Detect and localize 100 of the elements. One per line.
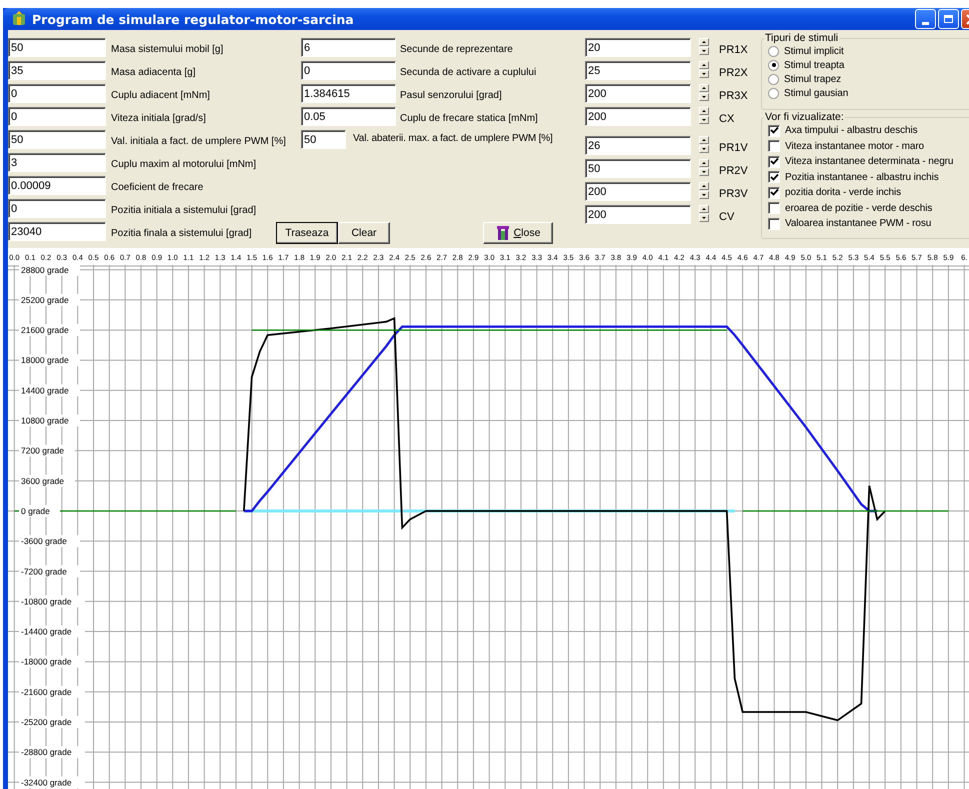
spin-down-button[interactable] <box>699 191 709 199</box>
checkbox[interactable] <box>768 171 780 184</box>
field-label: PR3V <box>719 187 748 200</box>
checkbox-label: eroarea de pozitie - verde deschis <box>785 202 932 214</box>
y-tick-label: 10800 grade <box>21 416 69 426</box>
y-tick-label: -25200 grade <box>21 717 72 727</box>
input-field[interactable]: 6 <box>301 38 396 57</box>
spin-down-button[interactable] <box>699 145 709 153</box>
radio-label: Stimul gausian <box>784 88 848 98</box>
y-tick-label: -21600 grade <box>21 686 72 697</box>
input-field[interactable]: 23040 <box>8 222 106 241</box>
checkbox[interactable] <box>768 186 780 199</box>
field-label: PR1X <box>719 43 748 56</box>
y-tick-label: -14400 grade <box>21 626 72 637</box>
spin-up-button[interactable] <box>699 107 709 115</box>
input-field[interactable]: 50 <box>8 130 106 149</box>
push-button[interactable]: Clear <box>338 222 390 244</box>
spin-down-button[interactable] <box>699 47 709 55</box>
radio-button[interactable] <box>768 74 779 84</box>
y-tick-label: 3600 grade <box>21 476 64 486</box>
input-field[interactable]: 200 <box>585 182 691 201</box>
spin-down-button[interactable] <box>699 93 709 101</box>
field-label: PR2X <box>719 66 748 79</box>
input-field[interactable]: 0 <box>8 199 106 218</box>
checkbox-label: Viteza instantanee determinata - negru <box>785 156 954 168</box>
spin-down-button[interactable] <box>699 70 709 78</box>
app-icon <box>11 11 27 27</box>
input-field[interactable]: 0 <box>301 61 396 80</box>
minimize-button[interactable] <box>915 9 936 29</box>
y-tick-label: 7200 grade <box>21 446 64 456</box>
input-field[interactable]: 25 <box>585 61 691 80</box>
checkbox[interactable] <box>768 124 780 137</box>
input-field[interactable]: 20 <box>585 38 691 57</box>
field-label: Masa sistemului mobil [g] <box>111 43 224 55</box>
spin-up-button[interactable] <box>699 182 709 190</box>
input-field[interactable]: 200 <box>585 205 691 224</box>
window-title: Program de simulare regulator-motor-sarcina <box>32 12 354 26</box>
field-label: Cuplu adiacent [mNm] <box>111 89 211 101</box>
checkbox[interactable] <box>768 218 780 230</box>
spin-up-button[interactable] <box>699 38 709 46</box>
radio-button[interactable] <box>768 60 779 70</box>
field-label: Secunda de activare a cuplului <box>400 66 536 78</box>
y-tick-label: -7200 grade <box>21 566 67 576</box>
input-field[interactable]: 50 <box>585 159 691 178</box>
checkbox[interactable] <box>768 140 780 152</box>
field-label: PR3X <box>719 89 748 102</box>
checkbox-label: Pozitia instantanee - albastru inchis <box>785 172 939 183</box>
input-field[interactable]: 26 <box>585 136 691 155</box>
door-icon <box>496 225 510 241</box>
field-label: Pozitia initiala a sistemului [grad] <box>111 204 258 216</box>
y-tick-label: 25200 grade <box>21 294 69 305</box>
field-label: PR1V <box>719 141 748 154</box>
spin-up-button[interactable] <box>699 205 709 213</box>
y-tick-label: 0 grade <box>21 506 50 516</box>
group-title: Tipuri de stimuli <box>764 32 840 44</box>
input-field[interactable]: 0.05 <box>301 107 396 126</box>
y-tick-label: -3600 grade <box>21 536 67 546</box>
field-label: Masa adiacenta [g] <box>111 66 196 78</box>
field-label: Val. initiala a fact. de umplere PWM [%] <box>111 135 287 147</box>
input-field[interactable]: 3 <box>8 153 106 172</box>
input-field[interactable]: 0.00009 <box>8 176 106 195</box>
field-label: Val. abaterii. max. a fact. de umplere PWM [%] <box>353 132 553 144</box>
radio-label: Stimul implicit <box>784 46 844 56</box>
close-window-button[interactable]: Close <box>483 222 553 244</box>
spin-down-button[interactable] <box>699 168 709 176</box>
input-field[interactable]: 1.384615 <box>301 84 396 103</box>
checkbox-label: Viteza instantanee motor - maro <box>785 140 924 152</box>
checkbox[interactable] <box>768 156 780 168</box>
input-field[interactable]: 35 <box>8 61 106 80</box>
field-label: PR2V <box>719 164 748 177</box>
maximize-button[interactable] <box>938 9 959 29</box>
push-button[interactable]: Traseaza <box>276 222 338 244</box>
input-field[interactable]: 200 <box>585 107 691 126</box>
field-label: Coeficient de frecare <box>111 181 204 193</box>
y-tick-label: -28800 grade <box>21 747 72 758</box>
field-label: Viteza initiala [grad/s] <box>111 112 207 124</box>
y-tick-label: 14400 grade <box>21 385 69 396</box>
y-tick-label: -10800 grade <box>21 596 72 606</box>
checkbox[interactable] <box>768 202 780 214</box>
checkbox-label: Axa timpului - albastru deschis <box>785 125 918 136</box>
input-field[interactable]: 50 <box>301 130 346 149</box>
field-label: CV <box>719 210 734 223</box>
spin-up-button[interactable] <box>699 61 709 69</box>
y-tick-label: 18000 grade <box>21 355 69 366</box>
input-field[interactable]: 200 <box>585 84 691 103</box>
y-tick-label: 21600 grade <box>21 325 69 336</box>
checkbox-label: pozitia dorita - verde inchis <box>785 187 902 198</box>
input-field[interactable]: 0 <box>8 84 106 103</box>
field-label: Pasul senzorului [grad] <box>400 89 502 101</box>
y-tick-label: 28800 grade <box>21 264 69 275</box>
input-field[interactable]: 50 <box>8 38 106 57</box>
spin-down-button[interactable] <box>699 214 709 222</box>
input-field[interactable]: 0 <box>8 107 106 126</box>
spin-up-button[interactable] <box>699 159 709 167</box>
spin-down-button[interactable] <box>699 116 709 124</box>
spin-up-button[interactable] <box>699 84 709 92</box>
spin-up-button[interactable] <box>699 136 709 144</box>
radio-button[interactable] <box>768 88 779 98</box>
radio-button[interactable] <box>768 46 779 56</box>
radio-label: Stimul treapta <box>784 60 844 70</box>
